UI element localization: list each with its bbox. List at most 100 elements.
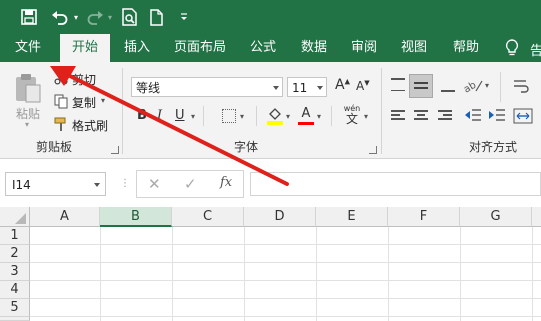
- new-document-icon[interactable]: [147, 0, 165, 34]
- lightbulb-icon[interactable]: [504, 38, 524, 58]
- italic-button[interactable]: I: [157, 108, 162, 123]
- column-header[interactable]: E: [316, 207, 388, 227]
- grow-font-button[interactable]: A▲: [335, 77, 350, 93]
- insert-function-button[interactable]: fx: [220, 175, 232, 190]
- font-name-value: 等线: [136, 81, 161, 95]
- font-dialog-launcher[interactable]: [369, 146, 377, 154]
- chevron-down-icon: [273, 86, 279, 90]
- redo-icon[interactable]: [85, 0, 105, 34]
- row-header[interactable]: 1: [0, 227, 30, 245]
- column-header[interactable]: G: [460, 207, 532, 227]
- formula-input[interactable]: [250, 172, 541, 196]
- tab-insert[interactable]: 插入: [115, 34, 159, 62]
- font-size-value: 11: [292, 81, 308, 95]
- fill-color-icon[interactable]: [267, 107, 283, 125]
- ribbon-separator: [331, 106, 332, 126]
- merge-center-icon[interactable]: [513, 108, 533, 124]
- gridline: [244, 227, 245, 321]
- shrink-font-button[interactable]: A▼: [356, 79, 370, 93]
- tell-me-label[interactable]: 告: [530, 40, 541, 59]
- tab-help[interactable]: 帮助: [445, 34, 487, 62]
- ribbon-separator: [256, 106, 257, 126]
- tab-home[interactable]: 开始: [60, 34, 110, 62]
- gridline: [172, 227, 173, 321]
- row-header[interactable]: 5: [0, 299, 30, 317]
- align-right-icon[interactable]: [438, 110, 452, 120]
- chevron-down-icon: [94, 183, 100, 187]
- clipboard-group-label: 剪贴板: [36, 140, 73, 154]
- gridline: [30, 280, 541, 281]
- wrap-text-icon[interactable]: [513, 78, 529, 94]
- copy-button[interactable]: 复制: [72, 94, 96, 111]
- font-size-dropdown[interactable]: 11: [287, 77, 327, 97]
- paste-dropdown-icon[interactable]: ▾: [25, 120, 29, 129]
- format-painter-button[interactable]: 格式刷: [72, 117, 108, 134]
- cancel-entry-icon[interactable]: ✕: [148, 175, 161, 193]
- orientation-dropdown-icon[interactable]: ▾: [485, 81, 489, 90]
- tab-review[interactable]: 审阅: [343, 34, 385, 62]
- underline-button[interactable]: U: [175, 108, 185, 123]
- format-painter-icon: [53, 116, 69, 132]
- font-color-icon[interactable]: A: [298, 106, 314, 126]
- copy-dropdown-icon[interactable]: ▾: [101, 96, 105, 105]
- confirm-entry-icon[interactable]: ✓: [184, 175, 197, 193]
- customize-toolbar-icon[interactable]: [177, 0, 191, 34]
- name-box[interactable]: I14: [5, 172, 106, 196]
- align-left-icon[interactable]: [391, 110, 405, 120]
- font-color-dropdown-icon[interactable]: ▾: [317, 112, 321, 121]
- font-color-letter: A: [301, 106, 311, 121]
- column-header[interactable]: F: [388, 207, 460, 227]
- align-top-icon[interactable]: [391, 78, 405, 91]
- phonetic-dropdown-icon[interactable]: ▾: [364, 112, 368, 121]
- borders-icon[interactable]: [222, 109, 236, 123]
- phonetic-guide-icon[interactable]: wén 文: [341, 104, 363, 125]
- column-header[interactable]: B: [100, 207, 172, 227]
- select-all-corner[interactable]: [0, 207, 30, 227]
- column-header[interactable]: A: [30, 207, 100, 227]
- undo-dropdown-icon[interactable]: ▾: [71, 0, 81, 34]
- grow-font-label: A: [335, 77, 345, 93]
- font-name-dropdown[interactable]: 等线: [131, 77, 283, 97]
- tab-view[interactable]: 视图: [393, 34, 435, 62]
- column-header[interactable]: D: [244, 207, 316, 227]
- print-preview-icon[interactable]: [120, 0, 140, 34]
- cut-button[interactable]: 剪切: [72, 71, 96, 88]
- undo-icon[interactable]: [49, 0, 71, 34]
- font-group-label: 字体: [234, 140, 259, 154]
- column-header[interactable]: C: [172, 207, 244, 227]
- align-center-icon[interactable]: [414, 110, 428, 120]
- tab-formulas[interactable]: 公式: [243, 34, 283, 62]
- row-header[interactable]: 3: [0, 263, 30, 281]
- title-bar: ▾ ▾: [0, 0, 541, 34]
- gridline: [30, 262, 541, 263]
- clipboard-dialog-launcher[interactable]: [111, 146, 119, 154]
- tab-file[interactable]: 文件: [6, 34, 50, 62]
- ribbon-separator: [122, 68, 123, 154]
- paste-icon[interactable]: [10, 70, 46, 106]
- bold-button[interactable]: B: [137, 108, 147, 123]
- increase-indent-icon[interactable]: [488, 108, 506, 122]
- gridline: [30, 244, 541, 245]
- redo-dropdown-icon[interactable]: ▾: [105, 0, 115, 34]
- gridline: [532, 227, 533, 321]
- resize-handle-icon[interactable]: ⋮: [120, 178, 130, 189]
- tab-page-layout[interactable]: 页面布局: [167, 34, 233, 62]
- orientation-icon[interactable]: ab: [462, 76, 484, 96]
- underline-dropdown-icon[interactable]: ▾: [191, 112, 195, 121]
- row-header[interactable]: 2: [0, 245, 30, 263]
- align-middle-icon[interactable]: [409, 74, 433, 98]
- gridline: [100, 227, 101, 321]
- column-header-partial[interactable]: [532, 207, 541, 227]
- copy-icon: [53, 93, 69, 109]
- tab-data[interactable]: 数据: [293, 34, 335, 62]
- save-icon[interactable]: [18, 0, 40, 34]
- row-header[interactable]: 4: [0, 281, 30, 299]
- align-bottom-icon[interactable]: [441, 80, 455, 92]
- borders-dropdown-icon[interactable]: ▾: [240, 112, 244, 121]
- scissors-icon: [53, 70, 69, 86]
- row-header-partial[interactable]: [0, 317, 30, 321]
- decrease-indent-icon[interactable]: [464, 108, 482, 122]
- shrink-font-label: A: [356, 79, 365, 93]
- fill-color-dropdown-icon[interactable]: ▾: [286, 112, 290, 121]
- gridline: [30, 316, 541, 317]
